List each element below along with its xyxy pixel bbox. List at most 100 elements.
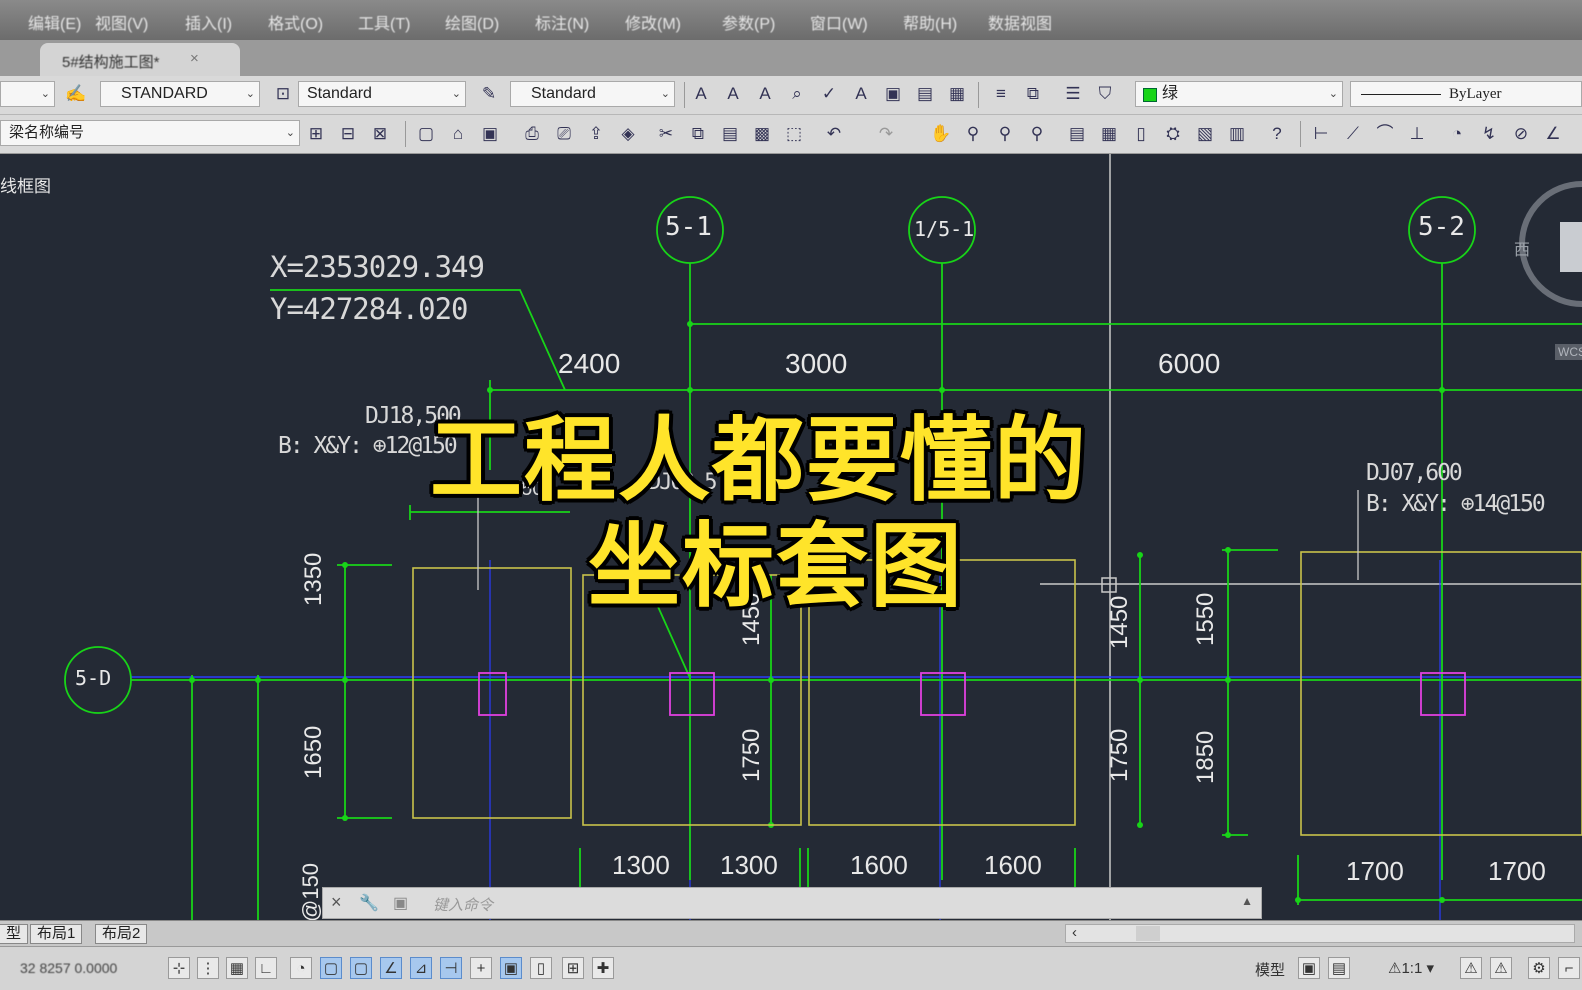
close-icon[interactable]: × bbox=[190, 50, 199, 67]
chevron-left-icon[interactable]: ‹ bbox=[1072, 924, 1077, 941]
zoom-previous-icon[interactable]: ⚲ bbox=[1026, 123, 1048, 145]
tool-palettes-icon[interactable]: ▯ bbox=[1130, 123, 1152, 145]
menu-window[interactable]: 窗口(W) bbox=[810, 10, 868, 34]
text-style-icon[interactable]: ✍ bbox=[65, 83, 87, 105]
chevron-up-icon[interactable]: ▲ bbox=[1241, 894, 1253, 908]
diameter-dimension-icon[interactable]: ⊘ bbox=[1510, 123, 1532, 145]
quick-properties-icon[interactable]: ▯ bbox=[530, 957, 552, 979]
sheet-set-icon[interactable]: ⛭ bbox=[1162, 123, 1184, 145]
auto-scale-icon[interactable]: ⚠ bbox=[1490, 957, 1512, 979]
tab-layout1[interactable]: 布局1 bbox=[30, 924, 83, 944]
new-file-icon[interactable]: ▢ bbox=[415, 123, 437, 145]
tab-model[interactable]: 型 bbox=[0, 924, 29, 944]
menu-parametric[interactable]: 参数(P) bbox=[722, 10, 775, 34]
publish-icon[interactable]: ⇪ bbox=[585, 123, 607, 145]
polar-tracking-icon[interactable]: ◔ bbox=[290, 957, 312, 979]
infer-constraints-icon[interactable]: ⊹ bbox=[168, 957, 190, 979]
view-cube-west[interactable]: 西 bbox=[1514, 236, 1530, 260]
workspace-switching-icon[interactable]: ⚙ bbox=[1528, 957, 1550, 979]
selection-cycling-icon[interactable]: ⊞ bbox=[562, 957, 584, 979]
color-select[interactable]: 绿 ⌄ bbox=[1135, 81, 1343, 107]
print-preview-icon[interactable]: ⎚ bbox=[553, 123, 575, 145]
text-edit-icon[interactable]: A bbox=[754, 83, 776, 105]
viewport-label[interactable]: 线框图 bbox=[0, 172, 51, 197]
annotation-monitor-icon[interactable]: ✚ bbox=[592, 957, 614, 979]
design-center-icon[interactable]: ▦ bbox=[1098, 123, 1120, 145]
text-icon[interactable]: A bbox=[690, 83, 712, 105]
multiline-text-icon[interactable]: A bbox=[722, 83, 744, 105]
ortho-mode-icon[interactable]: ∟ bbox=[255, 957, 277, 979]
wcs-label[interactable]: WCS bbox=[1555, 344, 1582, 360]
menu-dimension[interactable]: 标注(N) bbox=[535, 10, 589, 34]
dynamic-input-icon[interactable]: ⊣ bbox=[440, 957, 462, 979]
table-style-select[interactable]: Standard ⌄ bbox=[510, 81, 675, 107]
markup-icon[interactable]: ▧ bbox=[1194, 123, 1216, 145]
wrench-icon[interactable]: 🔧 bbox=[359, 893, 379, 913]
menu-format[interactable]: 格式(O) bbox=[268, 10, 323, 34]
menu-edit[interactable]: 编辑(E) bbox=[28, 10, 81, 34]
attribute-icon[interactable]: ▤ bbox=[914, 83, 936, 105]
radius-dimension-icon[interactable]: ◔ bbox=[1446, 123, 1468, 145]
spell-check-icon[interactable]: ✓ bbox=[818, 83, 840, 105]
redo-icon[interactable]: ↷ bbox=[875, 123, 897, 145]
3d-object-snap-icon[interactable]: ▢ bbox=[350, 957, 372, 979]
angular-dimension-icon[interactable]: ∠ bbox=[1542, 123, 1564, 145]
model-space-label[interactable]: 模型 bbox=[1255, 959, 1285, 980]
drawing-canvas[interactable]: 线框图 西 WCS 5-1 1/5-1 5-2 5-D X=2353029.34… bbox=[0, 154, 1582, 920]
menu-tools[interactable]: 工具(T) bbox=[358, 10, 410, 34]
lock-ui-icon[interactable]: ⌐ bbox=[1558, 957, 1580, 979]
beam-label-icon[interactable]: ⊟ bbox=[337, 123, 359, 145]
command-line[interactable]: × 🔧 ▣ 键入命令 ▲ bbox=[322, 887, 1262, 919]
3d-dwf-icon[interactable]: ◈ bbox=[617, 123, 639, 145]
beam-tool-icon[interactable]: ⊞ bbox=[305, 123, 327, 145]
tab-layout2[interactable]: 布局2 bbox=[95, 924, 148, 944]
jogged-dimension-icon[interactable]: ↯ bbox=[1478, 123, 1500, 145]
print-icon[interactable]: ⎙ bbox=[521, 123, 543, 145]
menu-modify[interactable]: 修改(M) bbox=[625, 10, 681, 34]
menu-view[interactable]: 视图(V) bbox=[95, 10, 148, 34]
menu-data-view[interactable]: 数据视图 bbox=[988, 10, 1052, 34]
annotation-visibility-icon[interactable]: ⚠ bbox=[1460, 957, 1482, 979]
linetype-select[interactable]: ByLayer bbox=[1350, 81, 1582, 107]
object-snap-icon[interactable]: ▢ bbox=[320, 957, 342, 979]
table-style-icon[interactable]: ✎ bbox=[478, 83, 500, 105]
properties-icon[interactable]: ▤ bbox=[1066, 123, 1088, 145]
beam-edit-icon[interactable]: ⊠ bbox=[369, 123, 391, 145]
dynamic-ucs-icon[interactable]: ⊿ bbox=[410, 957, 432, 979]
dim-style-select[interactable]: Standard ⌄ bbox=[298, 81, 466, 107]
arc-length-icon[interactable]: ⌒ bbox=[1374, 123, 1396, 145]
document-tab[interactable]: 5#结构施工图* × bbox=[40, 43, 240, 76]
zoom-realtime-icon[interactable]: ⚲ bbox=[962, 123, 984, 145]
text-style-select[interactable]: STANDARD ⌄ bbox=[100, 81, 260, 107]
transparency-icon[interactable]: ▣ bbox=[500, 957, 522, 979]
copy-icon[interactable]: ⧉ bbox=[687, 123, 709, 145]
layer-state-icon[interactable]: ⧉ bbox=[1022, 83, 1044, 105]
ordinate-dimension-icon[interactable]: ⊥ bbox=[1406, 123, 1428, 145]
help-icon[interactable]: ? bbox=[1266, 123, 1288, 145]
linear-dimension-icon[interactable]: ⊢ bbox=[1310, 123, 1332, 145]
grid-display-icon[interactable]: ▦ bbox=[226, 957, 248, 979]
match-properties-icon[interactable]: ▩ bbox=[751, 123, 773, 145]
undo-icon[interactable]: ↶ bbox=[823, 123, 845, 145]
layer-previous-icon[interactable]: ⛉ bbox=[1094, 83, 1116, 105]
close-icon[interactable]: × bbox=[331, 892, 342, 913]
layer-properties-icon[interactable]: ≡ bbox=[990, 83, 1012, 105]
snap-mode-icon[interactable]: ⋮ bbox=[197, 957, 219, 979]
lineweight-icon[interactable]: + bbox=[470, 957, 492, 979]
menu-help[interactable]: 帮助(H) bbox=[903, 10, 957, 34]
zoom-window-icon[interactable]: ⚲ bbox=[994, 123, 1016, 145]
layer-walk-icon[interactable]: ☰ bbox=[1062, 83, 1084, 105]
quick-view-drawings-icon[interactable]: ▤ bbox=[1328, 957, 1350, 979]
open-file-icon[interactable]: ⌂ bbox=[447, 123, 469, 145]
cut-icon[interactable]: ✂ bbox=[655, 123, 677, 145]
beam-name-select[interactable]: 梁名称编号 ⌄ bbox=[0, 120, 300, 146]
horizontal-scrollbar[interactable]: ‹ bbox=[1065, 924, 1575, 943]
menu-insert[interactable]: 插入(I) bbox=[185, 10, 232, 34]
table-icon[interactable]: ▦ bbox=[946, 83, 968, 105]
object-snap-tracking-icon[interactable]: ∠ bbox=[380, 957, 402, 979]
workspace-combo[interactable]: ⌄ bbox=[0, 81, 55, 107]
quick-view-layouts-icon[interactable]: ▣ bbox=[1298, 957, 1320, 979]
scroll-thumb[interactable] bbox=[1136, 926, 1160, 941]
calculator-icon[interactable]: ▥ bbox=[1226, 123, 1248, 145]
menu-draw[interactable]: 绘图(D) bbox=[445, 10, 499, 34]
